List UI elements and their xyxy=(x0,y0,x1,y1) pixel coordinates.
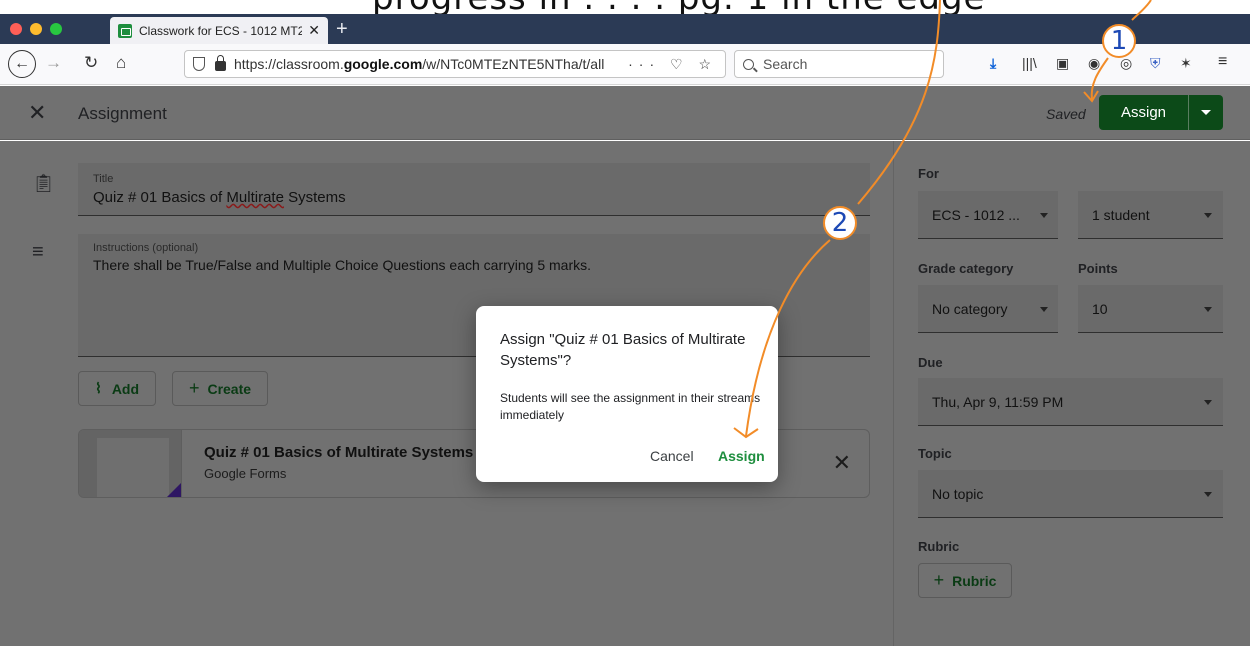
caret-down-icon xyxy=(1204,307,1212,312)
confirm-assign-button[interactable]: Assign xyxy=(718,448,765,464)
paperclip-icon: ⌇ xyxy=(94,380,102,396)
forward-arrow-icon[interactable]: → xyxy=(45,53,62,73)
rubric-label: Rubric xyxy=(918,539,960,554)
url-bar[interactable]: https://classroom.google.com/w/NTc0MTEzN… xyxy=(184,50,726,78)
dialog-body: Students will see the assignment in thei… xyxy=(500,391,761,422)
assign-confirm-dialog: Assign "Quiz # 01 Basics of Multirate Sy… xyxy=(476,306,778,482)
points-label: Points xyxy=(1078,261,1118,276)
forms-corner-icon xyxy=(165,483,181,497)
grade-category-value: No category xyxy=(932,301,1008,317)
assign-split-button[interactable]: Assign xyxy=(1099,95,1223,130)
create-label: Create xyxy=(207,380,252,397)
add-rubric-button[interactable]: + Rubric xyxy=(918,563,1012,598)
caret-down-icon xyxy=(1040,213,1048,218)
topic-label: Topic xyxy=(918,446,952,461)
annotation-caption: progress in . . . . pg. 1 in the edge xyxy=(372,0,985,14)
title-field[interactable]: Title Quiz # 01 Basics of Multirate Syst… xyxy=(78,163,870,216)
grade-category-select[interactable]: No category xyxy=(918,285,1058,333)
class-select[interactable]: ECS - 1012 ... xyxy=(918,191,1058,239)
search-input[interactable]: Search xyxy=(734,50,944,78)
due-select[interactable]: Thu, Apr 9, 11:59 PM xyxy=(918,378,1223,426)
page-actions-icons[interactable]: ··· ♡ ☆ xyxy=(628,56,717,73)
page-title: Assignment xyxy=(78,104,167,123)
class-select-value: ECS - 1012 ... xyxy=(932,207,1020,223)
assignment-clipboard-icon: 📋︎ xyxy=(32,173,55,193)
attachment-thumbnail xyxy=(79,430,182,497)
attachment-type: Google Forms xyxy=(204,466,287,481)
browser-nav-bar: ← → ↻ ⌂ https://classroom.google.com/w/N… xyxy=(0,44,1250,85)
url-text[interactable]: https://classroom.google.com/w/NTc0MTEzN… xyxy=(234,56,620,72)
points-select[interactable]: 10 xyxy=(1078,285,1223,333)
caret-down-icon xyxy=(1040,307,1048,312)
assign-options-dropdown[interactable] xyxy=(1189,110,1223,115)
search-icon xyxy=(743,58,754,70)
close-window-icon[interactable] xyxy=(10,23,22,35)
instructions-value[interactable]: There shall be True/False and Multiple C… xyxy=(93,257,591,273)
caret-down-icon xyxy=(1204,400,1212,405)
browser-tab-strip: Classwork for ECS - 1012 MT20 ✕ + xyxy=(0,14,1250,44)
library-icon[interactable]: |||\ xyxy=(1022,55,1037,71)
close-icon[interactable]: ✕ xyxy=(28,100,46,126)
topic-select[interactable]: No topic xyxy=(918,470,1223,518)
saved-status: Saved xyxy=(1046,106,1086,122)
due-label: Due xyxy=(918,355,943,370)
menu-icon[interactable]: ≡ xyxy=(1218,53,1227,71)
dialog-title: Assign "Quiz # 01 Basics of Multirate Sy… xyxy=(500,331,746,369)
thumbnail-page xyxy=(97,438,169,497)
remove-attachment-icon[interactable]: ✕ xyxy=(833,450,851,476)
caret-down-icon xyxy=(1204,492,1212,497)
due-value: Thu, Apr 9, 11:59 PM xyxy=(932,394,1064,410)
tab-title: Classwork for ECS - 1012 MT20 xyxy=(139,23,303,38)
classroom-favicon-icon xyxy=(118,23,132,38)
reload-icon[interactable]: ↻ xyxy=(84,53,98,73)
title-label: Title xyxy=(93,173,114,185)
lock-icon[interactable] xyxy=(215,55,226,71)
extension-puzzle-icon[interactable]: ✶ xyxy=(1180,55,1192,72)
maximize-window-icon[interactable] xyxy=(50,23,62,35)
rubric-button-label: Rubric xyxy=(952,572,997,589)
grade-category-label: Grade category xyxy=(918,261,1014,276)
instructions-label: Instructions (optional) xyxy=(93,242,199,254)
new-tab-button[interactable]: + xyxy=(336,18,348,41)
for-label: For xyxy=(918,166,939,181)
tab-close-icon[interactable]: ✕ xyxy=(308,22,320,39)
download-icon[interactable]: ⤓ xyxy=(990,55,996,72)
assign-button[interactable]: Assign xyxy=(1099,104,1188,121)
students-select[interactable]: 1 student xyxy=(1078,191,1223,239)
add-label: Add xyxy=(111,380,140,397)
browser-tab[interactable]: Classwork for ECS - 1012 MT20 ✕ xyxy=(110,17,328,44)
assignment-header: ✕ Assignment Saved Assign xyxy=(0,86,1250,140)
back-arrow-icon[interactable]: ← xyxy=(8,50,36,78)
instructions-lines-icon: ≡ xyxy=(32,241,44,263)
settings-panel: For ECS - 1012 ... 1 student Grade categ… xyxy=(893,141,1250,646)
plus-icon: + xyxy=(933,570,945,590)
add-button[interactable]: ⌇ Add xyxy=(78,371,156,406)
tracking-shield-icon[interactable] xyxy=(193,57,205,71)
search-placeholder: Search xyxy=(763,56,808,72)
sidebar-icon[interactable]: ▣ xyxy=(1056,55,1069,72)
plus-icon: + xyxy=(188,378,200,398)
topic-value: No topic xyxy=(932,486,984,502)
extension-account-icon[interactable]: ◉ xyxy=(1088,55,1100,72)
caret-down-icon xyxy=(1201,110,1211,115)
step-2-badge: 2 xyxy=(823,206,857,240)
minimize-window-icon[interactable] xyxy=(30,23,42,35)
annotation-caption-band: progress in . . . . pg. 1 in the edge xyxy=(0,0,1250,14)
points-value: 10 xyxy=(1092,301,1108,317)
create-button[interactable]: + Create xyxy=(172,371,268,406)
caret-down-icon xyxy=(1204,213,1212,218)
students-select-value: 1 student xyxy=(1092,207,1150,223)
title-value[interactable]: Quiz # 01 Basics of Multirate Systems xyxy=(93,189,346,206)
cancel-button[interactable]: Cancel xyxy=(650,448,694,464)
home-icon[interactable]: ⌂ xyxy=(116,53,126,73)
attachment-name[interactable]: Quiz # 01 Basics of Multirate Systems xyxy=(204,444,473,461)
step-1-badge: 1 xyxy=(1102,24,1136,58)
extension-shield-icon[interactable]: ⛨ xyxy=(1150,55,1161,72)
